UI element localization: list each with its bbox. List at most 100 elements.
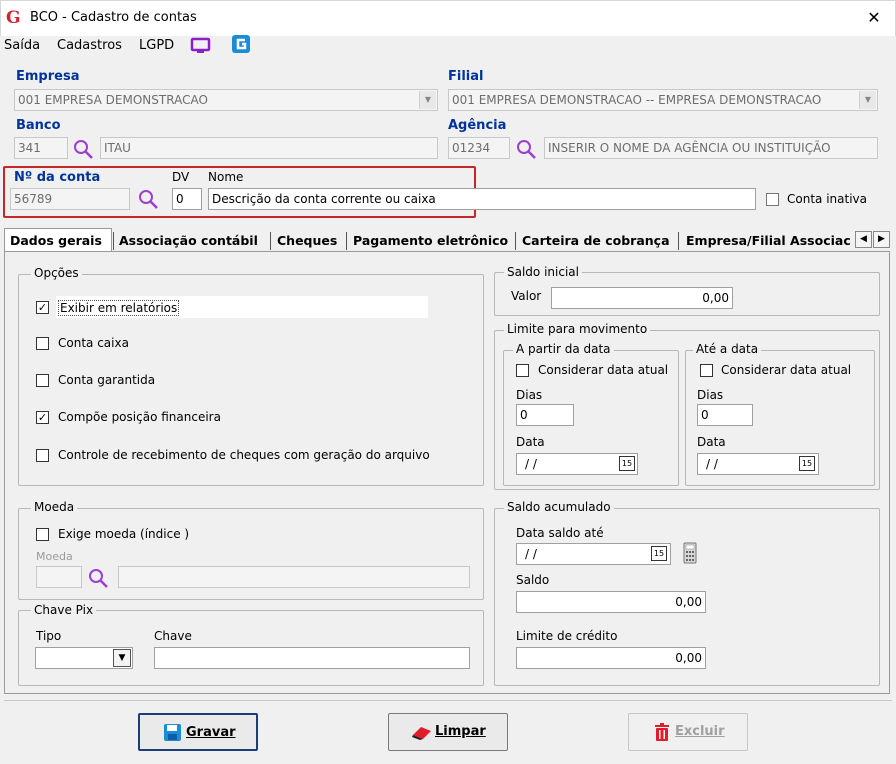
filial-value: 001 EMPRESA DEMONSTRACAO -- EMPRESA DEMO… [452,93,822,107]
nome-label: Nome [208,170,244,184]
limite-title: Limite para movimento [504,322,651,336]
data-saldo-field[interactable]: / / [516,543,671,565]
ate-considerar-label: Considerar data atual [721,363,852,377]
gravar-button[interactable]: Gravar [138,713,258,751]
compoe-posicao-checkbox[interactable]: ✓ [36,411,49,424]
controle-cheques-label: Controle de recebimento de cheques com g… [58,448,430,462]
dv-label: DV [172,170,190,184]
limpar-label: Limpar [435,724,486,739]
tab-dados-gerais-label: Dados gerais [10,233,102,248]
controle-cheques-checkbox[interactable] [36,449,49,462]
conta-inativa-label: Conta inativa [787,192,867,206]
tab-scroll-right-icon[interactable]: ▶ [873,231,890,248]
tab-separator [515,232,516,250]
tab-separator [113,232,114,250]
chevron-down-icon[interactable]: ▼ [419,91,436,109]
tab-associacao-contabil[interactable]: Associação contábil [119,230,258,252]
agencia-name-field: INSERIR O NOME DA AGÊNCIA OU INSTITUIÇÃO [544,137,878,159]
tab-empresa-filial[interactable]: Empresa/Filial Associac [686,230,854,252]
a-partir-data-label: Data [516,435,545,449]
saldo-inicial-title: Saldo inicial [504,265,582,279]
filial-select[interactable]: 001 EMPRESA DEMONSTRACAO -- EMPRESA DEMO… [448,89,878,111]
agencia-label: Agência [448,118,507,133]
calendar-icon[interactable]: 15 [619,456,635,471]
opcoes-title: Opções [31,266,82,280]
exige-moeda-checkbox[interactable] [36,528,49,541]
valor-label: Valor [511,289,542,303]
close-icon[interactable]: ✕ [862,6,886,30]
a-partir-considerar-checkbox[interactable] [516,364,529,377]
tab-carteira-cobranca[interactable]: Carteira de cobrança [522,230,670,252]
tab-separator [270,232,271,250]
app-logo-icon: G [6,8,21,28]
conta-caixa-label: Conta caixa [58,336,129,350]
g-app-icon[interactable] [232,35,250,53]
search-icon[interactable] [87,567,109,589]
pix-tipo-label: Tipo [36,629,62,643]
ate-data-label: Data [697,435,726,449]
a-partir-considerar-label: Considerar data atual [538,363,669,377]
tab-scroll-left-icon[interactable]: ◀ [855,231,872,248]
search-icon[interactable] [72,138,94,160]
saldo-label: Saldo [516,573,550,587]
conta-label: Nº da conta [14,170,101,185]
banco-label: Banco [16,118,61,133]
ate-title: Até a data [693,342,762,356]
search-icon[interactable] [515,138,537,160]
saldo-field[interactable]: 0,00 [516,591,706,613]
a-partir-dias-label: Dias [516,388,543,402]
conta-inativa-checkbox[interactable] [766,193,779,206]
a-partir-dias-field[interactable]: 0 [516,404,574,426]
empresa-label: Empresa [16,69,80,84]
ate-considerar-checkbox[interactable] [700,364,713,377]
gravar-label: Gravar [186,725,236,740]
calendar-icon[interactable]: 15 [799,456,815,471]
divider [4,700,892,701]
menu-saida[interactable]: Saída [4,38,40,53]
pix-title: Chave Pix [31,603,97,617]
conta-number-field[interactable]: 56789 [10,188,130,210]
pix-chave-label: Chave [154,629,192,643]
chevron-down-icon[interactable]: ▼ [859,91,876,109]
excluir-label: Excluir [675,724,725,739]
empresa-select[interactable]: 001 EMPRESA DEMONSTRACAO [14,89,438,111]
agencia-code-field[interactable]: 01234 [448,137,510,159]
tab-pagamento-eletronico[interactable]: Pagamento eletrônico [353,230,508,252]
banco-name-field: ITAU [100,137,438,159]
conta-garantida-checkbox[interactable] [36,374,49,387]
banco-code-field[interactable]: 341 [14,137,68,159]
moeda-code-field[interactable] [36,566,82,588]
window-title: BCO - Cadastro de contas [30,10,197,25]
menu-lgpd[interactable]: LGPD [139,38,174,53]
moeda-name-field [118,566,470,588]
conta-garantida-label: Conta garantida [58,373,156,387]
pix-chave-field[interactable] [154,647,470,669]
monitor-icon[interactable] [190,37,212,55]
nome-field[interactable]: Descrição da conta corrente ou caixa [208,188,756,210]
exibir-relatorios-label: Exibir em relatórios [58,300,180,316]
saldo-acum-title: Saldo acumulado [504,500,614,514]
ate-dias-field[interactable]: 0 [697,404,753,426]
dv-field[interactable]: 0 [172,188,202,210]
conta-caixa-checkbox[interactable] [36,337,49,350]
tab-cheques[interactable]: Cheques [277,230,337,252]
data-saldo-label: Data saldo até [516,526,604,540]
ate-dias-label: Dias [697,388,724,402]
eraser-icon [412,727,431,740]
chevron-down-icon[interactable]: ▼ [113,649,131,667]
menu-cadastros[interactable]: Cadastros [57,38,122,53]
calculator-icon[interactable] [683,542,697,564]
excluir-button[interactable]: Excluir [628,713,748,751]
tab-separator [678,232,679,250]
search-icon[interactable] [137,188,159,210]
exibir-relatorios-checkbox[interactable]: ✓ [36,301,49,314]
limite-credito-field[interactable]: 0,00 [516,647,706,669]
compoe-posicao-label: Compõe posição financeira [58,410,221,424]
calendar-icon[interactable]: 15 [651,546,667,561]
trash-icon [655,723,669,741]
valor-field[interactable]: 0,00 [551,287,733,309]
moeda-field-label: Moeda [36,550,73,563]
empresa-value: 001 EMPRESA DEMONSTRACAO [18,93,208,107]
exige-moeda-label: Exige moeda (índice ) [58,527,190,541]
limpar-button[interactable]: Limpar [388,713,508,751]
